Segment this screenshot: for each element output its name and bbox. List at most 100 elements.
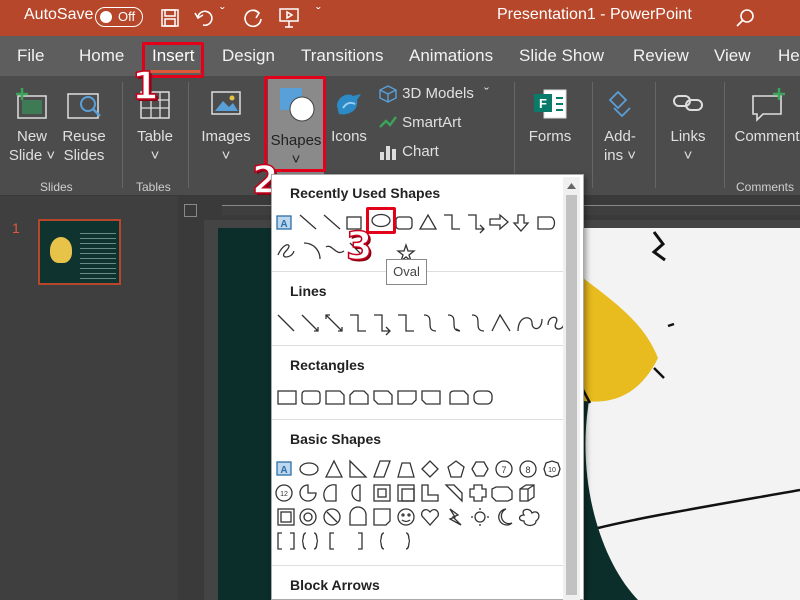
gallery-scrollbar[interactable] bbox=[563, 177, 580, 600]
shapes-gallery-dropdown: Recently Used Shapes A Lines Rectangles … bbox=[271, 174, 584, 600]
tab-file[interactable]: File bbox=[17, 46, 44, 66]
forms-icon: F bbox=[534, 89, 567, 119]
svg-text:A: A bbox=[280, 465, 287, 476]
tab-help[interactable]: He bbox=[778, 46, 800, 66]
table-chevron-icon: ˅ bbox=[150, 147, 160, 164]
add-ins-button[interactable]: Add- ins ˅ bbox=[598, 86, 642, 165]
group-label-tables: Tables bbox=[136, 180, 171, 194]
tab-home[interactable]: Home bbox=[79, 46, 124, 66]
table-label: Table bbox=[137, 128, 173, 145]
svg-text:7: 7 bbox=[501, 465, 506, 475]
images-chevron-icon: ˅ bbox=[221, 147, 231, 164]
basic-shapes-grid[interactable]: A 7 8 10 12 bbox=[274, 459, 566, 551]
smartart-icon bbox=[379, 116, 397, 128]
bird-icon bbox=[337, 94, 361, 115]
search-icon[interactable] bbox=[735, 8, 755, 28]
comment-label: Comment bbox=[734, 128, 800, 145]
group-label-comments: Comments bbox=[736, 180, 795, 194]
save-icon[interactable] bbox=[160, 8, 180, 28]
undo-dropdown-icon[interactable]: ˇ bbox=[220, 4, 225, 20]
images-button[interactable]: Images ˅ bbox=[198, 86, 254, 165]
group-label-slides: Slides bbox=[40, 180, 73, 194]
present-from-beginning-icon[interactable] bbox=[278, 7, 300, 29]
ribbon-separator bbox=[514, 82, 515, 188]
3d-models-label: 3D Models bbox=[402, 84, 474, 102]
ribbon-separator bbox=[122, 82, 123, 188]
ribbon-tabs: File Home Insert Design Transitions Anim… bbox=[0, 36, 800, 76]
redo-icon[interactable] bbox=[242, 7, 264, 29]
images-icon bbox=[211, 91, 241, 115]
add-ins-icon bbox=[608, 90, 631, 118]
ribbon-separator bbox=[655, 82, 656, 188]
oval-icon bbox=[371, 213, 391, 228]
3d-models-chevron-icon: ˇ bbox=[484, 84, 490, 102]
new-slide-label-2: Slide ˅ bbox=[8, 147, 56, 164]
tab-design[interactable]: Design bbox=[222, 46, 275, 66]
lines-shapes-row[interactable] bbox=[274, 311, 566, 337]
svg-text:F: F bbox=[539, 96, 547, 111]
scrollbar-thumb[interactable] bbox=[566, 195, 577, 595]
customize-toolbar-icon[interactable]: ˇ bbox=[316, 4, 321, 20]
slide-thumbnail[interactable] bbox=[38, 219, 121, 285]
comment-button[interactable]: Comment bbox=[732, 86, 800, 146]
basic-shapes-heading: Basic Shapes bbox=[290, 431, 382, 447]
section-divider bbox=[272, 419, 564, 420]
links-chevron-icon: ˅ bbox=[683, 147, 693, 164]
rectangles-shapes-row[interactable] bbox=[274, 385, 566, 411]
3d-models-button[interactable]: 3D Models ˇ bbox=[378, 84, 489, 106]
thumbnail-bulb-icon bbox=[50, 237, 72, 263]
forms-button[interactable]: F Forms bbox=[522, 86, 578, 146]
document-title: Presentation1 - PowerPoint bbox=[497, 6, 692, 23]
comment-icon bbox=[752, 88, 785, 122]
autosave-toggle[interactable]: Off bbox=[95, 7, 143, 27]
tab-review[interactable]: Review bbox=[633, 46, 689, 66]
thumbnail-text-lines bbox=[80, 229, 116, 279]
step-1-badge: 1 bbox=[131, 63, 159, 109]
lines-heading: Lines bbox=[290, 283, 327, 299]
tab-view[interactable]: View bbox=[714, 46, 751, 66]
reuse-slides-icon bbox=[67, 93, 101, 119]
scroll-up-icon[interactable] bbox=[563, 179, 580, 193]
link-icon bbox=[673, 95, 703, 111]
svg-text:10: 10 bbox=[548, 467, 556, 474]
new-slide-button[interactable]: New Slide ˅ bbox=[6, 86, 58, 165]
3d-models-icon bbox=[379, 85, 397, 103]
add-ins-label-1: Add- bbox=[604, 128, 636, 145]
rectangles-heading: Rectangles bbox=[290, 357, 365, 373]
svg-text:12: 12 bbox=[280, 491, 288, 498]
new-slide-label-1: New bbox=[16, 128, 47, 145]
oval-tooltip: Oval bbox=[386, 259, 427, 285]
tab-transitions[interactable]: Transitions bbox=[301, 46, 384, 66]
chart-label: Chart bbox=[402, 142, 439, 160]
icons-button[interactable]: Icons bbox=[326, 86, 372, 146]
svg-text:A: A bbox=[280, 219, 287, 230]
links-button[interactable]: Links ˅ bbox=[662, 86, 714, 165]
forms-label: Forms bbox=[528, 128, 572, 145]
links-label: Links bbox=[670, 128, 706, 145]
reuse-slides-label-2: Slides bbox=[63, 147, 105, 164]
reuse-slides-label-1: Reuse bbox=[62, 128, 106, 145]
chart-icon bbox=[380, 146, 396, 160]
ribbon-separator bbox=[188, 82, 189, 188]
recently-used-heading: Recently Used Shapes bbox=[290, 185, 441, 201]
title-bar: AutoSave Off ˇ ˇ Presentation1 - PowerPo… bbox=[0, 0, 800, 36]
tab-animations[interactable]: Animations bbox=[409, 46, 493, 66]
autosave-label: AutoSave bbox=[24, 6, 94, 23]
chart-button[interactable]: Chart bbox=[378, 142, 439, 164]
reuse-slides-button[interactable]: Reuse Slides bbox=[60, 86, 108, 165]
images-label: Images bbox=[201, 128, 251, 145]
svg-text:8: 8 bbox=[525, 465, 530, 475]
tab-slide-show[interactable]: Slide Show bbox=[519, 46, 604, 66]
autosave-state: Off bbox=[118, 9, 136, 24]
vertical-ruler bbox=[178, 196, 204, 600]
section-divider bbox=[272, 345, 564, 346]
slide-number: 1 bbox=[12, 220, 20, 236]
ribbon-separator bbox=[592, 82, 593, 188]
block-arrows-heading: Block Arrows bbox=[290, 577, 380, 593]
smartart-button[interactable]: SmartArt bbox=[378, 113, 461, 135]
smartart-label: SmartArt bbox=[402, 113, 462, 131]
ribbon-separator bbox=[724, 82, 725, 188]
new-slide-icon bbox=[16, 88, 47, 119]
undo-icon[interactable] bbox=[194, 8, 216, 28]
add-ins-label-2: ins ˅ bbox=[603, 147, 637, 164]
